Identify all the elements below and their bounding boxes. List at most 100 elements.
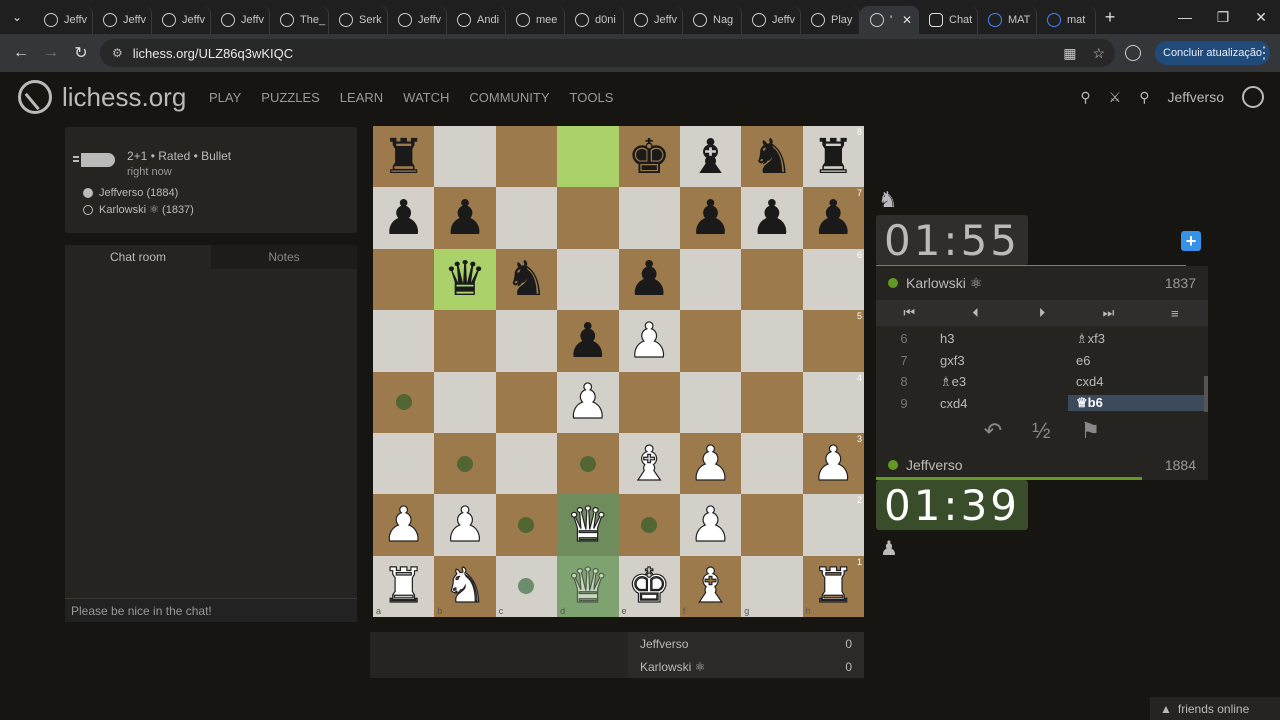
square-h5[interactable]: 5 <box>802 310 864 372</box>
browser-profile-icon[interactable] <box>1125 45 1141 61</box>
square-f8[interactable]: ♝ <box>679 126 742 188</box>
menu-icon[interactable]: ≡ <box>1142 306 1208 321</box>
square-h8[interactable]: ♜ 8 <box>802 126 864 188</box>
square-f7[interactable]: ♟ <box>679 187 742 249</box>
white-pawn-icon[interactable]: ♟ <box>566 378 610 427</box>
black-king-icon[interactable]: ♚ <box>628 133 671 181</box>
square-b2[interactable]: ♟ <box>434 494 496 556</box>
browser-tab[interactable]: Play <box>801 6 860 34</box>
user-avatar-icon[interactable] <box>1242 86 1264 108</box>
square-e4[interactable] <box>618 371 680 433</box>
first-move-icon[interactable]: ⏮ <box>876 305 942 321</box>
square-c5[interactable] <box>495 310 558 372</box>
forward-icon[interactable]: → <box>36 44 66 62</box>
browser-tab[interactable]: Jeffv <box>93 6 152 34</box>
square-f5[interactable] <box>679 310 742 372</box>
white-queen-icon[interactable]: ♛ <box>566 500 610 549</box>
square-c1[interactable]: c <box>495 555 558 617</box>
nav-play[interactable]: PLAY <box>209 90 241 105</box>
black-pawn-icon[interactable]: ♟ <box>566 317 609 365</box>
square-d1[interactable]: ♛ d <box>557 555 619 617</box>
square-c2[interactable] <box>495 494 558 556</box>
minimize-icon[interactable]: — <box>1166 0 1204 34</box>
black-bishop-icon[interactable]: ♝ <box>689 133 732 181</box>
site-info-icon[interactable]: ⚙ <box>112 46 123 60</box>
square-g7[interactable]: ♟ <box>741 187 803 249</box>
square-a4[interactable] <box>373 371 435 433</box>
square-f1[interactable]: ♝ f <box>679 555 742 617</box>
square-b4[interactable] <box>434 371 496 433</box>
square-h4[interactable]: 4 <box>802 371 864 433</box>
square-e7[interactable] <box>618 187 680 249</box>
square-h3[interactable]: ♟ 3 <box>802 432 864 495</box>
square-c8[interactable] <box>495 126 558 188</box>
black-pawn-icon[interactable]: ♟ <box>444 194 487 242</box>
legal-move-dot[interactable] <box>395 394 412 411</box>
square-c4[interactable] <box>495 371 558 433</box>
black-pawn-icon[interactable]: ♟ <box>689 194 732 242</box>
opponent-name[interactable]: Karlowski ⚛ <box>906 275 982 292</box>
square-h2[interactable]: 2 <box>802 494 864 556</box>
square-d8[interactable] <box>557 126 619 188</box>
install-app-icon[interactable]: ▦ <box>1063 45 1076 62</box>
square-h6[interactable]: 6 <box>802 248 864 311</box>
square-d3[interactable] <box>557 432 619 495</box>
site-brand[interactable]: lichess.org <box>62 82 186 113</box>
black-queen-icon[interactable]: ♛ <box>444 255 487 303</box>
white-rook-icon[interactable]: ♜ <box>811 562 855 611</box>
browser-tab[interactable]: Chat <box>919 6 978 34</box>
square-a7[interactable]: ♟ <box>373 187 435 249</box>
draw-offer-button[interactable]: ½ <box>1032 418 1050 444</box>
white-bishop-icon[interactable]: ♝ <box>627 439 671 488</box>
legal-move-dot[interactable] <box>641 516 658 533</box>
bookmark-star-icon[interactable]: ☆ <box>1092 45 1105 62</box>
black-pawn-icon[interactable]: ♟ <box>628 255 671 303</box>
chess-board[interactable]: ♜ ♚ ♝ ♞ ♜ 8 ♟ ♟ ♟ ♟ ♟ 7 ♛ ♞ ♟ 6 ♟ ♟ 5 ♟ 4 ♝ ♟ ♟ 3 ♟ ♟ ♛ ♟ 2 ♜ a ♞ b c ♛ d ♚ e ♝… <box>373 126 864 617</box>
browser-tab[interactable]: mee <box>506 6 565 34</box>
white-pawn-icon[interactable]: ♟ <box>688 500 732 549</box>
square-e5[interactable]: ♟ <box>618 310 680 372</box>
white-knight-icon[interactable]: ♞ <box>443 562 487 611</box>
white-player-info[interactable]: Jeffverso (1884) <box>83 187 178 199</box>
square-a1[interactable]: ♜ a <box>373 555 435 617</box>
square-g2[interactable] <box>741 494 803 556</box>
white-move[interactable]: ♗e3 <box>932 374 1068 390</box>
square-f4[interactable] <box>679 371 742 433</box>
square-b8[interactable] <box>434 126 496 188</box>
legal-move-dot[interactable] <box>579 455 596 472</box>
white-pawn-icon[interactable]: ♟ <box>382 500 426 549</box>
white-pawn-icon[interactable]: ♟ <box>627 316 671 365</box>
browser-tab[interactable]: Jeffv <box>34 6 93 34</box>
square-g4[interactable] <box>741 371 803 433</box>
add-time-button[interactable]: + <box>1181 231 1201 251</box>
next-move-icon[interactable]: ⏵ <box>1009 305 1075 321</box>
white-pawn-icon[interactable]: ♟ <box>443 500 487 549</box>
challenge-icon[interactable]: ⚔ <box>1109 89 1122 106</box>
takeback-icon[interactable]: ↶ <box>984 418 1002 444</box>
square-e6[interactable]: ♟ <box>618 248 680 311</box>
square-f2[interactable]: ♟ <box>679 494 742 556</box>
update-button[interactable]: Concluir atualização <box>1155 41 1271 65</box>
tab-notes[interactable]: Notes <box>211 245 357 269</box>
browser-menu-icon[interactable]: ⋮ <box>1256 43 1272 63</box>
browser-tab[interactable]: MAT <box>978 6 1037 34</box>
back-icon[interactable]: ← <box>6 44 36 62</box>
nav-tools[interactable]: TOOLS <box>570 90 614 105</box>
white-move[interactable]: cxd4 <box>932 396 1068 411</box>
square-e1[interactable]: ♚ e <box>618 555 680 617</box>
browser-tab[interactable]: Serk <box>329 6 388 34</box>
square-c7[interactable] <box>495 187 558 249</box>
legal-move-dot[interactable] <box>518 516 535 533</box>
square-h1[interactable]: ♜ 1 h <box>802 555 864 617</box>
square-g8[interactable]: ♞ <box>741 126 803 188</box>
white-king-icon[interactable]: ♚ <box>627 562 671 611</box>
tab-chat-room[interactable]: Chat room <box>65 245 211 269</box>
square-e3[interactable]: ♝ <box>618 432 680 495</box>
nav-learn[interactable]: LEARN <box>340 90 383 105</box>
square-e2[interactable] <box>618 494 680 556</box>
browser-tab[interactable]: d0ni <box>565 6 624 34</box>
square-f3[interactable]: ♟ <box>679 432 742 495</box>
square-g6[interactable] <box>741 248 803 311</box>
nav-puzzles[interactable]: PUZZLES <box>261 90 320 105</box>
white-pawn-icon[interactable]: ♟ <box>688 439 732 488</box>
